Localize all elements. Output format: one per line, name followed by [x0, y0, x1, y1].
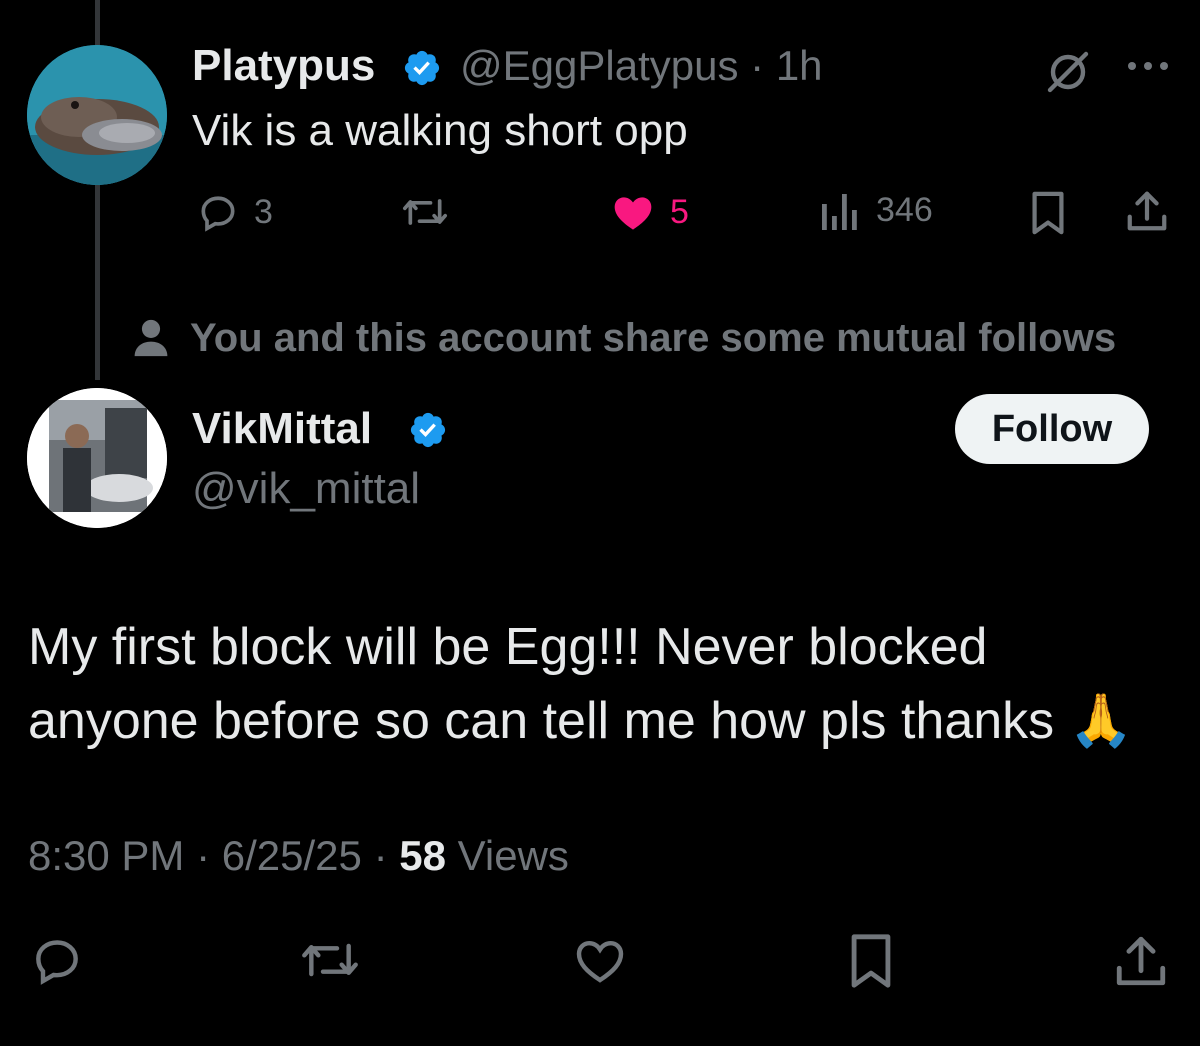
- retweet-button[interactable]: [296, 932, 364, 988]
- like-count: 5: [670, 192, 689, 231]
- tweet-text-line-2: anyone before so can tell me how pls tha…: [28, 684, 1178, 758]
- share-icon: [1112, 932, 1170, 990]
- meta-separator: ·: [196, 832, 211, 879]
- mutual-follows-text: You and this account share some mutual f…: [190, 316, 1117, 360]
- meta-separator: ·: [750, 42, 765, 89]
- reply-icon: [196, 190, 240, 234]
- retweet-icon: [296, 932, 364, 988]
- meta-separator: ·: [373, 832, 388, 879]
- share-icon: [1124, 188, 1170, 234]
- retweet-icon: [398, 190, 452, 234]
- views-chart-icon: [820, 188, 860, 232]
- reply-button[interactable]: 3: [196, 190, 273, 234]
- bookmark-button[interactable]: [1028, 190, 1068, 236]
- verified-badge-icon: [402, 48, 442, 88]
- reply-icon: [28, 932, 86, 988]
- like-button[interactable]: 5: [610, 190, 689, 234]
- tweet-text: My first block will be Egg!!! Never bloc…: [28, 610, 1178, 758]
- handle[interactable]: @vik_mittal: [192, 462, 420, 516]
- share-button[interactable]: [1112, 932, 1170, 990]
- reply-count: 3: [254, 192, 273, 231]
- tweet-timestamp: 8:30 PM · 6/25/25 · 58 Views: [28, 830, 569, 882]
- share-button[interactable]: [1124, 188, 1170, 234]
- views-label: Views: [457, 832, 569, 879]
- pray-emoji: 🙏: [1068, 692, 1134, 750]
- view-count: 346: [876, 190, 933, 229]
- heart-icon: [570, 932, 630, 988]
- reply-button[interactable]: [28, 932, 86, 988]
- tweet-text: Vik is a walking short opp: [192, 106, 688, 155]
- tweet-text-line-1: My first block will be Egg!!! Never bloc…: [28, 618, 988, 676]
- avatar-platypus[interactable]: [27, 45, 167, 185]
- display-name[interactable]: Platypus: [192, 40, 375, 92]
- time-ago[interactable]: 1h: [776, 42, 823, 89]
- person-icon: [132, 318, 170, 358]
- views-button[interactable]: 346: [820, 188, 933, 232]
- more-icon[interactable]: [1126, 58, 1170, 74]
- mutual-follows-notice: You and this account share some mutual f…: [132, 312, 1116, 364]
- tweet-text-line-2-text: anyone before so can tell me how pls tha…: [28, 692, 1055, 750]
- avatar-vikmittal[interactable]: [27, 388, 167, 528]
- bookmark-icon: [846, 932, 896, 990]
- display-name[interactable]: VikMittal: [192, 402, 372, 456]
- views-count[interactable]: 58: [399, 832, 446, 879]
- heart-filled-icon: [610, 190, 656, 234]
- handle[interactable]: @EggPlatypus: [460, 42, 738, 89]
- tweet-meta: @EggPlatypus · 1h: [460, 40, 823, 92]
- tweet-time[interactable]: 8:30 PM: [28, 832, 184, 879]
- bookmark-button[interactable]: [846, 932, 896, 990]
- bookmark-icon: [1028, 190, 1068, 236]
- follow-button[interactable]: Follow: [955, 394, 1149, 464]
- verified-badge-icon: [408, 410, 448, 450]
- like-button[interactable]: [570, 932, 630, 988]
- tweet-date[interactable]: 6/25/25: [222, 832, 362, 879]
- retweet-button[interactable]: [398, 190, 452, 234]
- grok-icon[interactable]: [1044, 48, 1092, 96]
